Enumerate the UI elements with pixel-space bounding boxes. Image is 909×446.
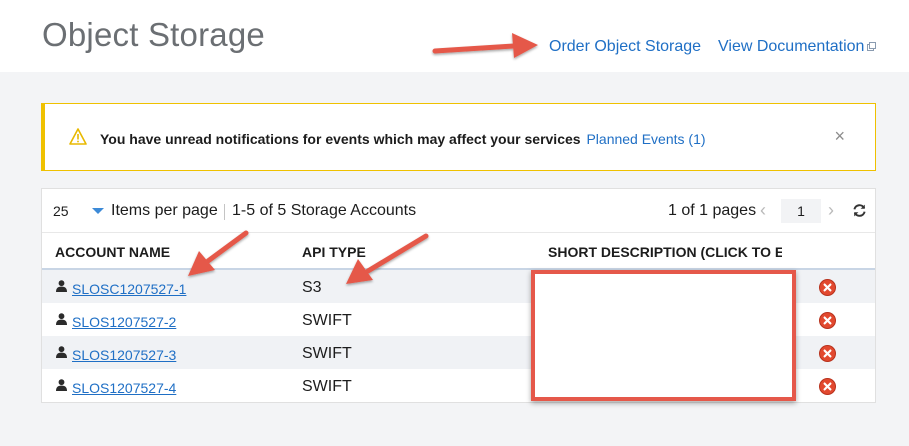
notification-message: You have unread notifications for events…: [100, 131, 706, 147]
page-title: Object Storage: [42, 16, 265, 53]
account-name-link[interactable]: SLOSC1207527-1: [72, 281, 186, 297]
items-per-page-value: 25: [53, 203, 69, 219]
column-header-account-name[interactable]: ACCOUNT NAME: [55, 244, 170, 260]
previous-page-button[interactable]: ‹: [760, 200, 766, 221]
user-icon: [56, 313, 67, 325]
account-name-link[interactable]: SLOS1207527-2: [72, 314, 176, 330]
api-type-value: SWIFT: [302, 312, 352, 329]
notification-banner: You have unread notifications for events…: [41, 103, 876, 171]
view-documentation-label: View Documentation: [718, 38, 865, 55]
user-icon: [56, 379, 67, 391]
delete-icon[interactable]: [819, 378, 836, 395]
redaction-box: [531, 270, 796, 401]
user-icon: [56, 346, 67, 358]
api-type-value: SWIFT: [302, 345, 352, 362]
chevron-down-icon: [92, 208, 104, 214]
close-icon[interactable]: ×: [834, 127, 845, 145]
planned-events-link[interactable]: Planned Events (1): [586, 131, 705, 147]
delete-icon[interactable]: [819, 279, 836, 296]
table-header: ACCOUNT NAME API TYPE SHORT DESCRIPTION …: [42, 232, 875, 270]
user-icon: [56, 280, 67, 292]
api-type-value: S3: [302, 279, 322, 296]
table-toolbar: 25 Items per page 1-5 of 5 Storage Accou…: [42, 189, 875, 232]
api-type-value: SWIFT: [302, 378, 352, 395]
next-page-button[interactable]: ›: [828, 200, 834, 221]
notification-text: You have unread notifications for events…: [100, 131, 581, 147]
column-header-api-type[interactable]: API TYPE: [302, 244, 366, 260]
external-link-icon: [867, 42, 877, 51]
account-name-link[interactable]: SLOS1207527-3: [72, 347, 176, 363]
order-object-storage-link[interactable]: Order Object Storage: [549, 38, 701, 56]
page-header: Object Storage Order Object Storage View…: [0, 0, 909, 72]
items-per-page-select[interactable]: 25: [49, 201, 104, 221]
delete-icon[interactable]: [819, 345, 836, 362]
account-name-link[interactable]: SLOS1207527-4: [72, 380, 176, 396]
accounts-count: 1-5 of 5 Storage Accounts: [232, 202, 417, 219]
page-number-input[interactable]: [781, 199, 821, 223]
warning-icon: [69, 128, 87, 145]
pagination-summary: 1 of 1 pages: [668, 202, 757, 219]
delete-icon[interactable]: [819, 312, 836, 329]
toolbar-divider: [224, 204, 225, 220]
view-documentation-link[interactable]: View Documentation: [718, 38, 877, 56]
refresh-icon[interactable]: [852, 203, 867, 218]
items-per-page-label: Items per page: [111, 202, 218, 219]
column-header-short-description[interactable]: SHORT DESCRIPTION (CLICK TO EI: [548, 244, 782, 260]
